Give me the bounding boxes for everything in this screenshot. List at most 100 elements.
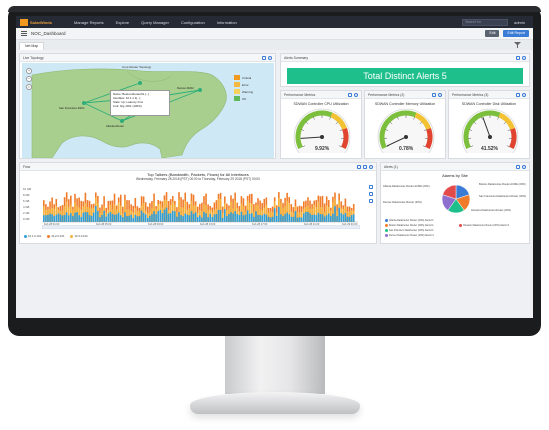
refresh-icon[interactable] [369,164,373,169]
gauge-header: Performance Metrics [281,91,361,99]
reset-zoom-icon[interactable] [369,199,373,203]
y-tick: 4 GB [23,205,30,209]
flow-bar [176,216,178,222]
gauge-title: SDWAN Controller Memory Utilization [374,102,436,106]
flow-bar [109,212,112,222]
gauge-hub [488,135,492,139]
flow-bar [244,214,247,222]
legend-swatch [234,82,240,87]
node-tooltip: Name: Boston-Router01.[...] Interface: 1… [110,90,170,116]
flow-bar [171,210,174,222]
total-alerts-banner[interactable]: Total Distinct Alerts 5 [287,68,523,84]
flow-bar [132,218,135,222]
filter-icon[interactable] [514,42,521,48]
flow-bar [271,216,274,222]
zoom-icon[interactable] [369,185,373,189]
x-tick: Feb 28 17:00 [252,223,268,226]
flow-bar [101,214,103,222]
flow-bar [47,214,49,222]
pie-legend-item[interactable]: Boston DataCenter Router (20%) Alerts=1 [385,224,434,227]
pie-label: Houston-DataCenter-Router (20%) [471,209,512,212]
pie-legend-item[interactable]: Houston DataCenter Router (20%) Alerts=1 [459,224,509,227]
flow-bar [188,215,191,222]
alarms-pie[interactable] [441,184,471,214]
legend-item[interactable]: 10.3.0.102 [70,234,88,238]
topology-map[interactable]: Core Router Topology + − • San Francisco… [22,63,274,158]
nav-item-configuration[interactable]: Configuration [181,20,205,25]
flow-bar [149,215,151,222]
refresh-icon[interactable] [354,92,358,97]
search-input[interactable]: Search for [462,18,509,26]
legend-item[interactable]: 10.1.0.101 [24,234,41,238]
flow-bar [182,216,184,222]
edit-button[interactable]: Edit [485,30,500,37]
refresh-icon[interactable] [522,92,526,97]
flow-bar [90,215,93,222]
brand-logo[interactable]: SolarWinds [20,18,62,26]
flow-bar [292,216,295,222]
export-icon[interactable] [348,92,352,97]
flow-bar [296,217,299,222]
refresh-icon[interactable] [438,92,442,97]
export-icon[interactable] [432,92,436,97]
gauge-value: 9.92% [315,146,330,152]
print-icon[interactable] [363,164,367,169]
nav-item-explore[interactable]: Explore [116,20,130,25]
flow-bar [261,215,263,222]
flow-bar [230,212,232,222]
flow-bar [221,217,224,222]
reset-view-icon[interactable]: • [26,84,32,90]
nav-item-query-manager[interactable]: Query Manager [141,20,169,25]
zoom-out-icon[interactable]: − [26,76,32,82]
legend-item[interactable]: 10.2.0.101 [47,234,64,238]
gauge-widget-memory: Performance Metrics (2) SDWAN Controller… [364,90,446,159]
flow-bar [315,215,318,222]
flow-bar [286,212,288,222]
tab-net-map[interactable]: Net Map [19,42,45,50]
flow-bar [161,213,164,222]
export-icon[interactable] [357,164,361,169]
gauge-widget-disk: Performance Metrics (3) SDWAN Controller… [448,90,530,159]
refresh-icon[interactable] [522,55,526,60]
flow-bar [255,211,257,222]
edit-report-button[interactable]: Edit Report [503,30,529,37]
export-icon[interactable] [262,55,266,60]
zoom-in-icon[interactable]: + [26,68,32,74]
export-icon[interactable] [516,92,520,97]
flow-bar [67,215,70,222]
flow-bar [273,208,276,222]
pie-legend-item[interactable]: San Francisco DataCenter (20%) Alerts=1 [385,229,434,232]
flow-bar [174,211,176,222]
flow-bar [155,214,157,222]
user-menu[interactable]: admin [514,20,525,25]
export-icon[interactable] [516,55,520,60]
flow-bar [163,209,166,222]
export-icon[interactable] [516,164,520,169]
refresh-icon[interactable] [268,55,272,60]
pan-icon[interactable] [369,192,373,196]
flow-bar [348,216,351,222]
flow-bar [280,214,282,222]
brand-icon [20,18,28,26]
chart-side-tools [369,185,373,203]
nav-item-manage-reports[interactable]: Manage Reports [74,20,104,25]
topology-widget-title: Live Topology [23,55,44,60]
y-tick: 2 GB [23,211,30,215]
flow-bar [142,212,145,222]
flow-chart-plot[interactable] [42,187,358,223]
flow-bar [70,213,72,222]
hamburger-menu-icon[interactable] [21,31,27,36]
nav-item-information[interactable]: Information [217,20,237,25]
flow-bar [350,215,353,222]
legend-label: Denver DataCenter Router (20%) Alerts=1 [389,234,434,237]
flow-bar [290,216,293,222]
flow-bar [203,211,205,222]
flow-bar [263,213,266,222]
gauge-value: 41.52% [481,146,498,152]
refresh-icon[interactable] [522,164,526,169]
pie-legend-item[interactable]: Denver DataCenter Router (20%) Alerts=1 [385,234,434,237]
gauge-header: Performance Metrics (3) [449,91,529,99]
alarms-widget: Alerts (1) Alarms by Site Atlanta-DataCe… [380,162,530,244]
legend-swatch [234,75,240,80]
pie-legend-item[interactable]: Atlanta DataCenter Router (20%) Alerts=1 [385,219,434,222]
